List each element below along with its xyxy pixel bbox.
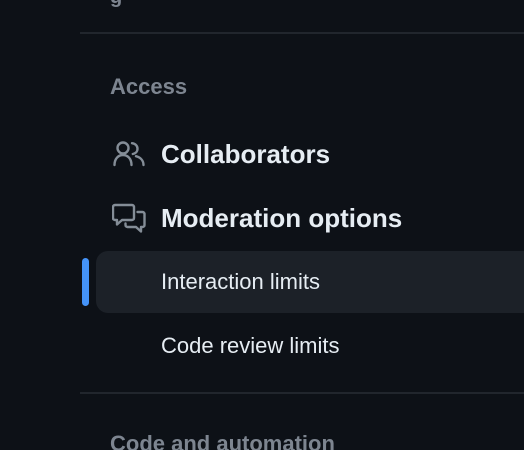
sidebar-item-label: Collaborators <box>161 138 331 169</box>
section-divider <box>80 32 524 34</box>
previous-section-item-fragment: g <box>110 0 122 9</box>
section-divider <box>80 392 524 394</box>
section-heading-code-and-automation: Code and automation <box>110 431 335 450</box>
people-icon <box>112 137 146 171</box>
sidebar-item-label: Moderation options <box>161 202 403 233</box>
settings-sidebar: g Access Collaborators Moderation option… <box>0 0 524 450</box>
comment-discussion-icon <box>112 201 146 235</box>
sidebar-item-moderation-options[interactable]: Moderation options <box>96 187 524 249</box>
section-heading-access: Access <box>110 74 188 99</box>
sidebar-item-interaction-limits[interactable]: Interaction limits <box>96 251 524 313</box>
sidebar-item-code-review-limits[interactable]: Code review limits <box>96 315 524 377</box>
sidebar-item-collaborators[interactable]: Collaborators <box>96 123 524 185</box>
active-item-indicator <box>82 258 89 306</box>
sidebar-item-label: Interaction limits <box>161 269 320 294</box>
sidebar-item-label: Code review limits <box>161 333 340 358</box>
